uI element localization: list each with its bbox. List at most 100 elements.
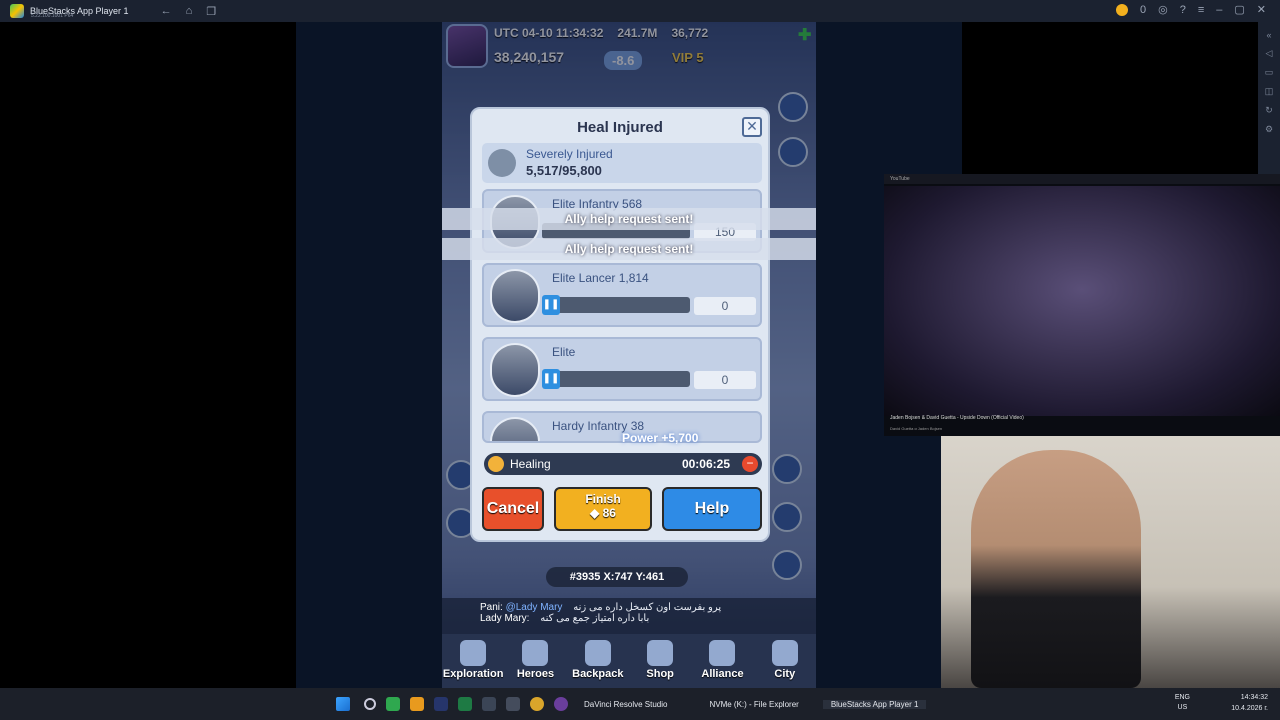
excel-icon[interactable] <box>458 697 472 711</box>
nav-exploration[interactable]: Exploration <box>442 634 504 688</box>
severely-injured-summary: Severely Injured 5,517/95,800 <box>482 143 762 183</box>
city-icon <box>771 640 798 666</box>
stop-healing-icon[interactable]: − <box>742 456 758 472</box>
chrome-icon[interactable] <box>530 697 544 711</box>
close-window-icon[interactable]: ✕ <box>1257 3 1266 16</box>
sidebar-collapse-icon[interactable]: « <box>1258 30 1280 40</box>
nav-label: Backpack <box>572 668 624 680</box>
swords-icon <box>460 640 487 666</box>
nav-label: Heroes <box>516 668 555 680</box>
nav-backpack[interactable]: Backpack <box>567 634 629 688</box>
coin-icon <box>1115 3 1128 16</box>
unit-name: Elite <box>552 345 576 359</box>
emulator-titlebar: BlueStacks App Player 1 5.22.100.1001 P6… <box>0 0 1280 22</box>
account-icon[interactable]: ◎ <box>1158 3 1168 16</box>
clock-icon <box>488 456 504 472</box>
cancel-button[interactable]: Cancel <box>482 487 544 531</box>
chat-text: پرو بفرست اون کسخل داره می زنه <box>573 602 722 613</box>
close-dialog-button[interactable]: ✕ <box>742 117 762 137</box>
map-coordinates[interactable]: #3935 X:747 Y:461 <box>546 567 688 587</box>
webcam-feed <box>941 436 1280 688</box>
keyboard-icon[interactable]: ▭ <box>1258 67 1280 78</box>
finish-label: Finish <box>585 492 621 506</box>
region-code: US <box>1177 704 1188 711</box>
bottom-navigation: Exploration Heroes Backpack Shop Allianc… <box>442 634 816 688</box>
photoshop-icon[interactable] <box>434 697 448 711</box>
finish-cost-value: 86 <box>602 506 616 520</box>
youtube-logo: YouTube <box>890 176 910 182</box>
severely-injured-label: Severely Injured <box>526 147 613 161</box>
severely-injured-value: 5,517/95,800 <box>526 163 602 178</box>
bluestacks-logo-icon <box>10 4 24 18</box>
chat-user: Lady Mary: <box>480 613 530 624</box>
chat-line: Pani: @Lady Mary پرو بفرست اون کسخل داره… <box>480 602 778 613</box>
nav-heroes[interactable]: Heroes <box>504 634 566 688</box>
healing-label: Healing <box>510 457 551 471</box>
nav-label: Alliance <box>701 668 744 680</box>
alliance-icon <box>709 640 736 666</box>
taskbar-app[interactable]: BlueStacks App Player 1 <box>822 699 927 709</box>
power-popup: Power +5,700 <box>622 431 699 445</box>
gem-icon: ◆ <box>590 506 600 520</box>
video-site-bar: YouTube <box>884 174 1280 184</box>
chat-line: Lady Mary: بابا داره امتیاز جمع می کنه <box>480 613 778 624</box>
language-indicator[interactable]: ENG US <box>1175 693 1190 713</box>
chat-text: بابا داره امتیاز جمع می کنه <box>540 613 650 624</box>
unit-slider[interactable] <box>542 297 690 313</box>
video-frame[interactable] <box>884 186 1280 416</box>
home-icon[interactable]: ⌂ <box>186 5 193 18</box>
calendar-icon[interactable] <box>506 697 520 711</box>
language-code: ENG <box>1174 694 1190 701</box>
volume-icon[interactable]: ◁ <box>1258 48 1280 59</box>
heal-injured-dialog: Heal Injured ✕ Severely Injured 5,517/95… <box>470 107 770 542</box>
nav-label: City <box>774 668 796 680</box>
hero-icon <box>522 640 549 666</box>
taskbar-app[interactable]: DaVinci Resolve Studio <box>576 700 675 709</box>
start-icon[interactable] <box>336 697 350 711</box>
screenshot-icon[interactable]: ◫ <box>1258 86 1280 97</box>
csgo-icon[interactable] <box>386 697 400 711</box>
settings-icon[interactable]: ⚙ <box>1258 124 1280 135</box>
video-overlay[interactable]: YouTube Jaden Bojsen & David Guetta - Up… <box>884 174 1280 436</box>
slider-handle[interactable]: ❚❚ <box>542 295 560 315</box>
clock-time: 14:34:32 <box>1240 694 1268 701</box>
system-clock[interactable]: 14:34:32 10.4.2026 г. <box>1231 692 1268 714</box>
chart-app-icon[interactable] <box>410 697 424 711</box>
nav-shop[interactable]: Shop <box>629 634 691 688</box>
editor-icon[interactable] <box>482 697 496 711</box>
slider-handle[interactable]: ❚❚ <box>542 369 560 389</box>
finish-cost: ◆ 86 <box>556 506 650 520</box>
taskbar-app[interactable]: NVMe (K:) - File Explorer <box>701 700 806 709</box>
nav-label: Exploration <box>442 668 504 680</box>
windows-taskbar: DaVinci Resolve Studio NVMe (K:) - File … <box>0 688 1280 720</box>
minimize-icon[interactable]: – <box>1216 4 1222 16</box>
unit-count[interactable]: 0 <box>694 297 756 315</box>
menu-icon[interactable]: ≡ <box>1198 4 1204 16</box>
chat-mention: @Lady Mary <box>505 602 563 613</box>
finish-button[interactable]: Finish ◆ 86 <box>554 487 652 531</box>
multi-instance-icon[interactable]: ❐ <box>206 5 216 18</box>
letterbox-left <box>296 22 442 688</box>
help-icon[interactable]: ? <box>1180 4 1186 16</box>
game-viewport[interactable]: UTC 04-10 11:34:32 241.7M 36,772 ✚ 38,24… <box>442 22 816 688</box>
rotate-icon[interactable]: ↻ <box>1258 105 1280 116</box>
unit-count[interactable]: 0 <box>694 371 756 389</box>
unit-slider[interactable] <box>542 371 690 387</box>
back-icon[interactable]: ← <box>161 5 172 18</box>
search-icon[interactable] <box>364 698 376 710</box>
video-channel: David Guetta и Jaden Bojsen <box>890 426 943 431</box>
nav-alliance[interactable]: Alliance <box>691 634 753 688</box>
nav-city[interactable]: City <box>754 634 816 688</box>
injured-soldier-icon <box>488 149 516 177</box>
restore-icon[interactable]: ▢ <box>1234 3 1244 16</box>
streamer-figure <box>971 450 1141 688</box>
healing-progress: Healing 00:06:25 − <box>484 453 762 475</box>
help-button[interactable]: Help <box>662 487 762 531</box>
shop-icon <box>647 640 674 666</box>
davinci-icon[interactable] <box>554 697 568 711</box>
backpack-icon <box>584 640 611 666</box>
window-version: 5.22.100.1001 P64 <box>31 13 74 19</box>
video-title: Jaden Bojsen & David Guetta - Upside Dow… <box>890 415 1024 421</box>
toast-message: Ally help request sent! <box>442 208 816 230</box>
chat-preview[interactable]: Pani: @Lady Mary پرو بفرست اون کسخل داره… <box>442 598 816 634</box>
